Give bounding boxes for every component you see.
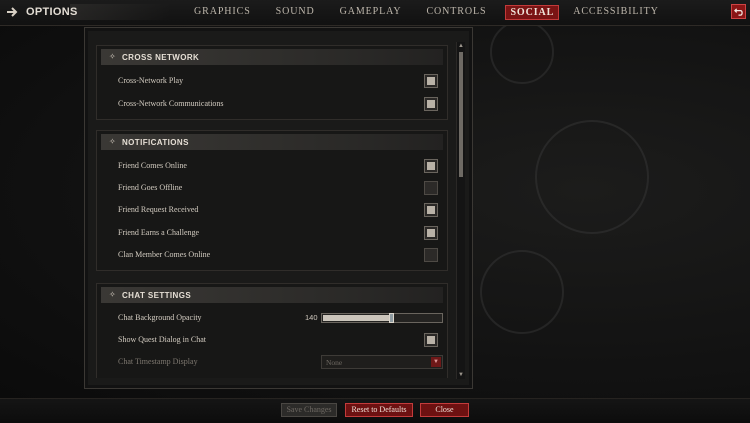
arrow-right-icon: [6, 5, 20, 19]
sparkle-icon: ✧: [109, 290, 116, 299]
setting-clan-member-comes-online: Clan Member Comes Online: [97, 247, 449, 265]
slider-fill: [323, 315, 389, 321]
tab-graphics[interactable]: GRAPHICS: [194, 5, 251, 20]
setting-label: Show Quest Dialog in Chat: [118, 335, 206, 344]
background-sigil: [490, 20, 554, 84]
section-chat-settings: ✧ CHAT SETTINGS Chat Background Opacity …: [96, 283, 448, 378]
setting-friend-comes-online: Friend Comes Online: [97, 158, 449, 176]
checkbox-fill: [427, 229, 435, 237]
save-changes-button[interactable]: Save Changes: [281, 403, 337, 417]
setting-label: Cross-Network Communications: [118, 99, 224, 108]
checkbox-fill: [427, 77, 435, 85]
friend-request-received-checkbox[interactable]: [424, 203, 438, 217]
sparkle-icon: ✧: [109, 52, 116, 61]
options-title-group: OPTIONS: [6, 5, 78, 19]
reset-to-defaults-button[interactable]: Reset to Defaults: [345, 403, 413, 417]
clan-member-comes-online-checkbox[interactable]: [424, 248, 438, 262]
tab-social[interactable]: SOCIAL: [505, 5, 560, 20]
section-title: NOTIFICATIONS: [122, 137, 189, 147]
setting-label: Cross-Network Play: [118, 76, 184, 85]
setting-cross-network-play: Cross-Network Play: [97, 73, 449, 91]
page-title: OPTIONS: [26, 6, 78, 18]
options-scroll-area: ✧ CROSS NETWORK Cross-Network Play Cross…: [92, 41, 454, 378]
tab-accessibility[interactable]: ACCESSIBILITY: [573, 5, 659, 20]
setting-friend-earns-challenge: Friend Earns a Challenge: [97, 225, 449, 243]
cross-network-communications-checkbox[interactable]: [424, 97, 438, 111]
back-button[interactable]: [731, 4, 746, 19]
bottom-bar: Save Changes Reset to Defaults Close: [0, 398, 750, 423]
top-bar: OPTIONS GRAPHICS SOUND GAMEPLAY CONTROLS…: [0, 0, 750, 26]
sparkle-icon: ✧: [109, 137, 116, 146]
timestamp-dropdown[interactable]: None ▼: [321, 355, 443, 369]
setting-friend-goes-offline: Friend Goes Offline: [97, 180, 449, 198]
friend-earns-challenge-checkbox[interactable]: [424, 226, 438, 240]
show-quest-dialog-checkbox[interactable]: [424, 333, 438, 347]
setting-show-quest-dialog: Show Quest Dialog in Chat: [97, 332, 449, 350]
options-tabs: GRAPHICS SOUND GAMEPLAY CONTROLS SOCIAL …: [194, 5, 684, 20]
setting-label: Friend Request Received: [118, 205, 199, 214]
checkbox-fill: [427, 336, 435, 344]
return-arrow-icon: [734, 8, 743, 16]
scroll-down-icon[interactable]: ▼: [457, 371, 465, 379]
setting-label: Chat Timestamp Display: [118, 357, 198, 366]
friend-goes-offline-checkbox[interactable]: [424, 181, 438, 195]
section-notifications: ✧ NOTIFICATIONS Friend Comes Online Frie…: [96, 130, 448, 271]
section-cross-network: ✧ CROSS NETWORK Cross-Network Play Cross…: [96, 45, 448, 120]
section-header: ✧ CROSS NETWORK: [101, 49, 443, 65]
opacity-value: 140: [305, 313, 318, 322]
background-sigil: [535, 120, 649, 234]
setting-label: Chat Background Opacity: [118, 313, 202, 322]
opacity-slider[interactable]: [321, 313, 443, 323]
section-header: ✧ CHAT SETTINGS: [101, 287, 443, 303]
tab-sound[interactable]: SOUND: [276, 5, 315, 20]
title-fade: [70, 4, 170, 20]
close-button[interactable]: Close: [420, 403, 469, 417]
setting-label: Clan Member Comes Online: [118, 250, 211, 259]
setting-friend-request-received: Friend Request Received: [97, 202, 449, 220]
setting-chat-background-opacity: Chat Background Opacity 140: [97, 310, 449, 328]
checkbox-fill: [427, 206, 435, 214]
slider-handle[interactable]: [389, 313, 394, 323]
checkbox-fill: [427, 100, 435, 108]
scroll-up-icon[interactable]: ▲: [457, 42, 465, 50]
background-sigil: [480, 250, 564, 334]
section-title: CHAT SETTINGS: [122, 290, 192, 300]
dropdown-value: None: [326, 358, 343, 367]
scroll-thumb[interactable]: [459, 52, 463, 177]
cross-network-play-checkbox[interactable]: [424, 74, 438, 88]
setting-cross-network-communications: Cross-Network Communications: [97, 96, 449, 114]
section-header: ✧ NOTIFICATIONS: [101, 134, 443, 150]
setting-label: Friend Earns a Challenge: [118, 228, 200, 237]
setting-chat-timestamp-display: Chat Timestamp Display None ▼: [97, 354, 449, 372]
tab-controls[interactable]: CONTROLS: [426, 5, 486, 20]
tab-gameplay[interactable]: GAMEPLAY: [340, 5, 402, 20]
chevron-down-icon: ▼: [431, 357, 441, 367]
setting-label: Friend Comes Online: [118, 161, 187, 170]
options-scrollbar[interactable]: ▲ ▼: [456, 42, 465, 379]
section-title: CROSS NETWORK: [122, 52, 200, 62]
checkbox-fill: [427, 162, 435, 170]
friend-comes-online-checkbox[interactable]: [424, 159, 438, 173]
setting-label: Friend Goes Offline: [118, 183, 183, 192]
